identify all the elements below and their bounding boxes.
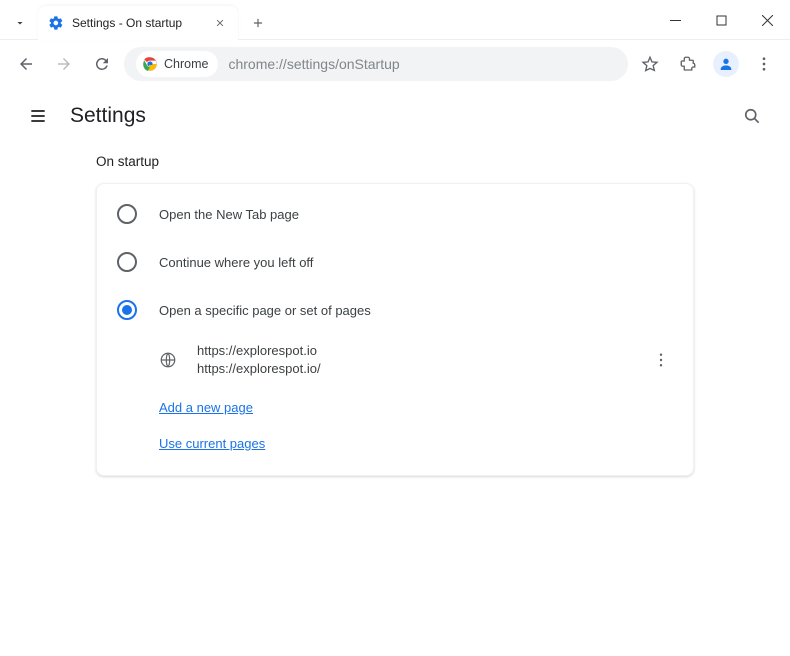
radio-icon xyxy=(117,300,137,320)
use-current-row: Use current pages xyxy=(97,421,693,457)
url-text: chrome://settings/onStartup xyxy=(228,56,616,72)
profile-avatar-icon xyxy=(713,51,739,77)
radio-icon xyxy=(117,252,137,272)
site-chip-label: Chrome xyxy=(164,57,208,71)
arrow-right-icon xyxy=(55,55,73,73)
option-label: Open the New Tab page xyxy=(159,207,299,222)
close-icon xyxy=(762,15,773,26)
page-url-subtitle: https://explorespot.io/ xyxy=(197,360,629,378)
globe-icon xyxy=(159,351,177,369)
window-maximize-button[interactable] xyxy=(698,4,744,36)
chrome-logo-icon xyxy=(142,56,158,72)
page-url-text: https://explorespot.io https://exploresp… xyxy=(197,342,629,377)
arrow-left-icon xyxy=(17,55,35,73)
tab-search-button[interactable] xyxy=(6,9,34,37)
settings-search-button[interactable] xyxy=(734,98,770,134)
startup-page-row: https://explorespot.io https://exploresp… xyxy=(97,334,693,385)
option-specific-page[interactable]: Open a specific page or set of pages xyxy=(97,286,693,334)
nav-reload-button[interactable] xyxy=(86,48,118,80)
toolbar: Chrome chrome://settings/onStartup xyxy=(0,40,790,88)
page-more-button[interactable] xyxy=(649,351,673,369)
profile-button[interactable] xyxy=(710,48,742,80)
option-label: Continue where you left off xyxy=(159,255,313,270)
page-url-title: https://explorespot.io xyxy=(197,342,629,360)
radio-icon xyxy=(117,204,137,224)
settings-gear-icon xyxy=(48,15,64,31)
option-continue[interactable]: Continue where you left off xyxy=(97,238,693,286)
browser-menu-button[interactable] xyxy=(748,48,780,80)
settings-body: On startup Open the New Tab page Continu… xyxy=(0,144,790,476)
add-page-link[interactable]: Add a new page xyxy=(159,400,253,415)
on-startup-card: Open the New Tab page Continue where you… xyxy=(96,183,694,476)
reload-icon xyxy=(93,55,111,73)
maximize-icon xyxy=(716,15,727,26)
use-current-link[interactable]: Use current pages xyxy=(159,436,265,451)
address-bar[interactable]: Chrome chrome://settings/onStartup xyxy=(124,47,628,81)
window-close-button[interactable] xyxy=(744,4,790,36)
settings-menu-button[interactable] xyxy=(20,98,56,134)
section-heading: On startup xyxy=(96,154,694,169)
kebab-icon xyxy=(652,351,670,369)
chevron-down-icon xyxy=(14,17,26,29)
window-minimize-button[interactable] xyxy=(652,4,698,36)
extension-icon xyxy=(679,55,697,73)
option-new-tab[interactable]: Open the New Tab page xyxy=(97,190,693,238)
plus-icon xyxy=(251,16,265,30)
option-label: Open a specific page or set of pages xyxy=(159,303,371,318)
settings-header: Settings xyxy=(0,88,790,144)
extensions-button[interactable] xyxy=(672,48,704,80)
site-chip[interactable]: Chrome xyxy=(136,51,218,77)
browser-tab[interactable]: Settings - On startup xyxy=(38,6,238,40)
close-icon xyxy=(215,18,225,28)
nav-forward-button[interactable] xyxy=(48,48,80,80)
tab-title: Settings - On startup xyxy=(72,16,212,30)
minimize-icon xyxy=(670,15,681,26)
search-icon xyxy=(742,106,762,126)
add-page-row: Add a new page xyxy=(97,385,693,421)
star-icon xyxy=(641,55,659,73)
nav-back-button[interactable] xyxy=(10,48,42,80)
bookmark-button[interactable] xyxy=(634,48,666,80)
tab-strip: Settings - On startup xyxy=(0,0,652,40)
new-tab-button[interactable] xyxy=(244,9,272,37)
kebab-icon xyxy=(755,55,773,73)
hamburger-icon xyxy=(28,106,48,126)
page-title: Settings xyxy=(70,104,146,128)
window-controls xyxy=(652,0,790,36)
window-titlebar: Settings - On startup xyxy=(0,0,790,40)
tab-close-button[interactable] xyxy=(212,15,228,31)
